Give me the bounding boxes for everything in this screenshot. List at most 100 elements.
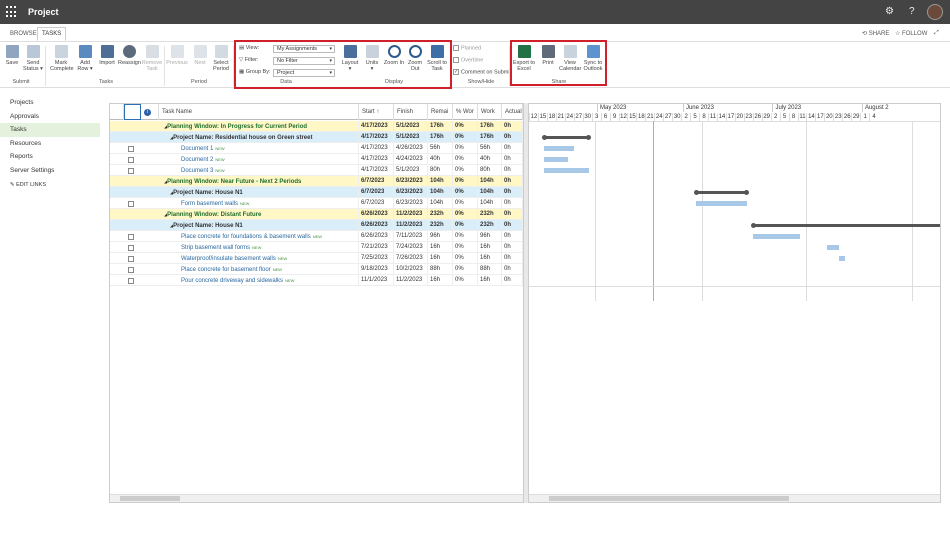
cell-task-name[interactable]: Strip basement wall forms NEW — [179, 242, 359, 253]
cell-work[interactable]: 104h — [478, 176, 502, 187]
cell-actual[interactable]: 0h — [502, 253, 523, 264]
nav-server-settings[interactable]: Server Settings — [0, 164, 100, 178]
cell-task-name[interactable]: Waterproof/insulate basement walls NEW — [179, 253, 359, 264]
cell-remaining[interactable]: 104h — [428, 187, 453, 198]
import-button[interactable]: Import — [96, 45, 118, 66]
cell-start[interactable]: 7/25/2023 — [359, 253, 394, 264]
tab-tasks[interactable]: TASKS — [37, 27, 67, 41]
cell-remaining[interactable]: 56h — [428, 143, 453, 154]
remove-task-button[interactable]: Remove Task — [141, 45, 163, 72]
edit-links[interactable]: ✎ EDIT LINKS — [0, 182, 100, 188]
cell-task-name[interactable]: ◢Project Name: House N1 — [168, 220, 359, 231]
save-button[interactable]: Save — [1, 45, 23, 66]
task-bar[interactable] — [543, 146, 574, 151]
cell-task-name[interactable]: Form basement walls NEW — [179, 198, 359, 209]
cell-percent-work[interactable]: 0% — [453, 253, 478, 264]
table-row[interactable]: ◢Project Name: Residential house on Gree… — [110, 132, 523, 143]
table-row[interactable]: Place concrete for foundations & basemen… — [110, 231, 523, 242]
gear-icon[interactable]: ⚙ — [885, 6, 894, 17]
cell-work[interactable]: 16h — [478, 253, 502, 264]
cell-start[interactable]: 11/1/2023 — [359, 275, 394, 286]
table-row[interactable]: Document 1 NEW 4/17/2023 4/26/2023 56h 0% 56h 0… — [110, 143, 523, 154]
cell-percent-work[interactable]: 0% — [453, 209, 478, 220]
cell-task-name[interactable]: Pour concrete driveway and sidewalks NEW — [179, 275, 359, 286]
cell-start[interactable]: 6/7/2023 — [359, 176, 394, 187]
add-row-button[interactable]: Add Row ▾ — [74, 45, 96, 72]
cell-actual[interactable]: 0h — [502, 121, 523, 132]
cell-percent-work[interactable]: 0% — [453, 143, 478, 154]
cell-actual[interactable]: 0h — [502, 154, 523, 165]
cell-task-name[interactable]: Place concrete for basement floor NEW — [179, 264, 359, 275]
cell-task-name[interactable]: Place concrete for foundations & basemen… — [179, 231, 359, 242]
avatar[interactable] — [927, 4, 943, 20]
row-checkbox[interactable] — [128, 245, 134, 251]
cell-work[interactable]: 176h — [478, 132, 502, 143]
table-row[interactable]: Waterproof/insulate basement walls NEW 7/2… — [110, 253, 523, 264]
cell-start[interactable]: 6/7/2023 — [359, 198, 394, 209]
cell-actual[interactable]: 0h — [502, 231, 523, 242]
cell-remaining[interactable]: 16h — [428, 275, 453, 286]
cell-work[interactable]: 104h — [478, 187, 502, 198]
cell-work[interactable]: 16h — [478, 275, 502, 286]
cell-percent-work[interactable]: 0% — [453, 231, 478, 242]
cell-start[interactable]: 4/17/2023 — [359, 154, 394, 165]
nav-reports[interactable]: Reports — [0, 150, 100, 164]
column-header-task-name[interactable]: Task Name — [159, 104, 359, 120]
cell-start[interactable]: 4/17/2023 — [359, 143, 394, 154]
cell-actual[interactable]: 0h — [502, 209, 523, 220]
cell-actual[interactable]: 0h — [502, 275, 523, 286]
table-row[interactable]: ◢Project Name: House N1 6/26/2023 11/2/202… — [110, 220, 523, 231]
table-row[interactable]: ◢Planning Window: In Progress for Curren… — [110, 121, 523, 132]
cell-start[interactable]: 6/26/2023 — [359, 209, 394, 220]
row-checkbox[interactable] — [128, 201, 134, 207]
cell-finish[interactable]: 7/26/2023 — [394, 253, 428, 264]
cell-start[interactable]: 4/17/2023 — [359, 165, 394, 176]
cell-work[interactable]: 80h — [478, 165, 502, 176]
cell-finish[interactable]: 5/1/2023 — [394, 121, 428, 132]
cell-remaining[interactable]: 88h — [428, 264, 453, 275]
cell-percent-work[interactable]: 0% — [453, 264, 478, 275]
cell-task-name[interactable]: Document 2 NEW — [179, 154, 359, 165]
cell-work[interactable]: 16h — [478, 242, 502, 253]
cell-actual[interactable]: 0h — [502, 165, 523, 176]
row-checkbox[interactable] — [128, 256, 134, 262]
app-title[interactable]: Project — [28, 7, 59, 17]
cell-actual[interactable]: 0h — [502, 187, 523, 198]
cell-actual[interactable]: 0h — [502, 264, 523, 275]
cell-work[interactable]: 232h — [478, 209, 502, 220]
table-row[interactable]: Document 2 NEW 4/17/2023 4/24/2023 40h 0% 40h 0… — [110, 154, 523, 165]
cell-finish[interactable]: 7/11/2023 — [394, 231, 428, 242]
cell-task-name[interactable]: ◢Planning Window: In Progress for Curren… — [162, 121, 359, 132]
share-link[interactable]: ⟲ SHARE — [862, 30, 889, 37]
cell-remaining[interactable]: 40h — [428, 154, 453, 165]
grid-horizontal-scrollbar[interactable] — [110, 494, 523, 502]
planned-checkbox[interactable]: Planned — [453, 45, 481, 51]
cell-actual[interactable]: 0h — [502, 176, 523, 187]
cell-task-name[interactable]: ◢Project Name: Residential house on Gree… — [168, 132, 359, 143]
cell-task-name[interactable]: ◢Project Name: House N1 — [168, 187, 359, 198]
task-bar[interactable] — [543, 168, 589, 173]
cell-remaining[interactable]: 176h — [428, 132, 453, 143]
table-row[interactable]: Place concrete for basement floor NEW 9/18… — [110, 264, 523, 275]
column-header-remaining[interactable]: Remai — [428, 104, 453, 120]
cell-finish[interactable]: 6/23/2023 — [394, 176, 428, 187]
scrollbar-thumb[interactable] — [120, 496, 180, 501]
task-bar[interactable] — [543, 157, 568, 162]
table-row[interactable]: Strip basement wall forms NEW 7/21/2023 7/2… — [110, 242, 523, 253]
cell-task-name[interactable]: ◢Planning Window: Distant Future — [162, 209, 359, 220]
cell-percent-work[interactable]: 0% — [453, 121, 478, 132]
nav-projects[interactable]: Projects — [0, 96, 100, 110]
cell-finish[interactable]: 10/2/2023 — [394, 264, 428, 275]
cell-finish[interactable]: 6/23/2023 — [394, 187, 428, 198]
task-bar[interactable] — [839, 256, 846, 261]
row-checkbox[interactable] — [128, 168, 134, 174]
task-bar[interactable] — [752, 234, 801, 239]
cell-remaining[interactable]: 16h — [428, 242, 453, 253]
cell-start[interactable]: 4/17/2023 — [359, 121, 394, 132]
column-header-percent-work[interactable]: % Wor — [453, 104, 478, 120]
table-row[interactable]: ◢Project Name: House N1 6/7/2023 6/23/2023… — [110, 187, 523, 198]
cell-finish[interactable]: 7/24/2023 — [394, 242, 428, 253]
cell-actual[interactable]: 0h — [502, 143, 523, 154]
reassign-button[interactable]: Reassign — [118, 45, 141, 66]
next-button[interactable]: Next — [189, 45, 211, 66]
